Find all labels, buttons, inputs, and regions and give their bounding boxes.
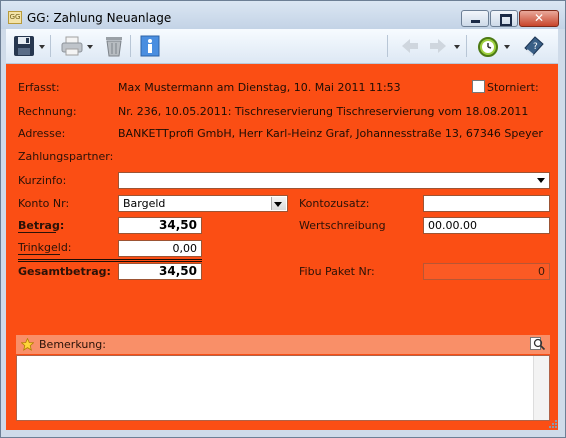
sum-separator-line bbox=[18, 259, 202, 262]
rechnung-label: Rechnung: bbox=[18, 105, 77, 118]
forward-button[interactable] bbox=[426, 34, 450, 58]
help-book-icon: ? bbox=[524, 36, 544, 56]
kontozusatz-input[interactable] bbox=[423, 195, 550, 212]
forward-arrow-icon bbox=[430, 39, 446, 53]
zahlungspartner-label: Zahlungspartner: bbox=[18, 150, 114, 163]
remark-label: Bemerkung: bbox=[39, 338, 106, 351]
wertschreibung-input[interactable]: 00.00.00 bbox=[423, 217, 550, 234]
back-button[interactable] bbox=[398, 34, 422, 58]
betrag-input[interactable]: 34,50 bbox=[118, 217, 202, 234]
info-icon bbox=[140, 35, 160, 57]
info-button[interactable] bbox=[138, 34, 162, 58]
toolbar-separator bbox=[387, 35, 388, 57]
chevron-down-icon[interactable] bbox=[537, 178, 545, 183]
toolbar-separator bbox=[50, 35, 51, 57]
close-button[interactable]: ✕ bbox=[519, 10, 559, 27]
erfasst-label: Erfasst: bbox=[18, 81, 60, 94]
konto-value: Bargeld bbox=[123, 197, 166, 210]
trinkgeld-underline bbox=[18, 254, 60, 255]
toolbar-separator bbox=[130, 35, 131, 57]
star-icon bbox=[21, 338, 34, 351]
app-icon: GG bbox=[8, 11, 22, 24]
fibu-label: Fibu Paket Nr: bbox=[299, 265, 375, 278]
erfasst-value: Max Mustermann am Dienstag, 10. Mai 2011… bbox=[118, 81, 401, 94]
remark-header: Bemerkung: bbox=[16, 335, 550, 354]
fibu-readonly-field: 0 bbox=[423, 263, 550, 280]
help-button[interactable]: ? bbox=[522, 34, 546, 58]
kontozusatz-label: Kontozusatz: bbox=[299, 197, 370, 210]
print-icon bbox=[61, 36, 83, 56]
kurzinfo-combobox[interactable] bbox=[118, 172, 550, 189]
save-dropdown-arrow[interactable] bbox=[39, 45, 45, 49]
gesamtbetrag-input[interactable]: 34,50 bbox=[118, 263, 202, 280]
payment-form-panel: Erfasst: Max Mustermann am Dienstag, 10.… bbox=[6, 64, 558, 430]
trinkgeld-label: Trinkgeld: bbox=[18, 241, 72, 254]
storniert-checkbox[interactable] bbox=[472, 80, 485, 93]
storniert-label: Storniert: bbox=[487, 81, 539, 94]
chevron-down-icon bbox=[274, 202, 282, 207]
adresse-value: BANKETTprofi GmbH, Herr Karl-Heinz Graf,… bbox=[118, 127, 543, 140]
toolbar-separator bbox=[466, 35, 467, 57]
maximize-icon bbox=[500, 14, 512, 26]
adresse-label: Adresse: bbox=[18, 127, 66, 140]
close-icon: ✕ bbox=[533, 11, 545, 25]
wertschreibung-label: Wertschreibung bbox=[299, 219, 386, 232]
print-dropdown-arrow[interactable] bbox=[87, 45, 93, 49]
history-dropdown-arrow[interactable] bbox=[454, 45, 460, 49]
rechnung-value: Nr. 236, 10.05.2011: Tischreservierung T… bbox=[118, 105, 529, 118]
window-title: GG: Zahlung Neuanlage bbox=[27, 11, 172, 25]
save-button[interactable] bbox=[12, 34, 36, 58]
konto-dropdown-button[interactable] bbox=[271, 197, 286, 210]
betrag-label: Betrag: bbox=[18, 219, 65, 232]
konto-label: Konto Nr: bbox=[18, 197, 70, 210]
konto-select[interactable]: Bargeld bbox=[118, 195, 288, 212]
remark-scrollbar[interactable] bbox=[533, 356, 549, 420]
svg-text:?: ? bbox=[533, 42, 538, 52]
kurzinfo-label: Kurzinfo: bbox=[18, 174, 67, 187]
remark-textarea[interactable] bbox=[16, 355, 550, 421]
save-icon bbox=[14, 36, 34, 56]
time-dropdown-arrow[interactable] bbox=[504, 45, 510, 49]
print-button[interactable] bbox=[60, 34, 84, 58]
trinkgeld-input[interactable]: 0,00 bbox=[118, 240, 202, 257]
zoom-icon[interactable] bbox=[530, 337, 546, 351]
gesamtbetrag-label: Gesamtbetrag: bbox=[18, 265, 111, 278]
time-button[interactable] bbox=[476, 34, 500, 58]
toolbar: ? bbox=[6, 29, 558, 64]
resize-grip-icon[interactable] bbox=[547, 418, 557, 428]
minimize-icon bbox=[471, 20, 480, 23]
delete-button[interactable] bbox=[102, 34, 126, 58]
trash-icon bbox=[106, 37, 122, 57]
clock-icon bbox=[478, 37, 498, 57]
maximize-button[interactable] bbox=[490, 10, 518, 27]
back-arrow-icon bbox=[402, 39, 418, 53]
betrag-underline bbox=[18, 232, 56, 233]
title-bar[interactable]: GG GG: Zahlung Neuanlage ✕ bbox=[1, 1, 565, 29]
minimize-button[interactable] bbox=[461, 10, 489, 27]
